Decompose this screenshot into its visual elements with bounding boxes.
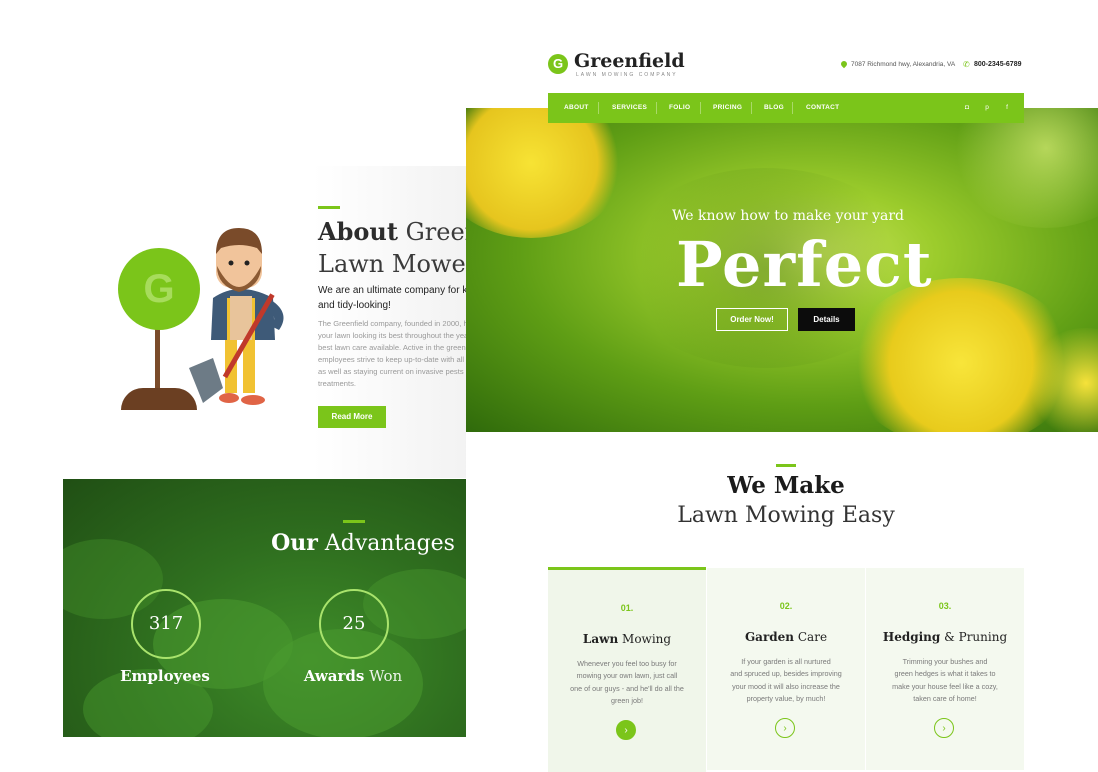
awards-counter: 25: [319, 589, 389, 659]
nav-item-contact[interactable]: CONTACT: [806, 93, 839, 123]
nav-item-folio[interactable]: FOLIO: [669, 93, 690, 123]
card-title: Lawn Mowing: [582, 632, 672, 646]
card-number: 03.: [938, 601, 952, 611]
awards-label: Awards Won: [303, 667, 403, 685]
service-card-hedging: 03. Hedging & Pruning Trimming your bush…: [866, 568, 1024, 770]
section-title-rule: [776, 464, 796, 467]
advantages-title-rule: [343, 520, 365, 523]
card-text: Trimming your bushes and green hedges is …: [892, 657, 998, 704]
about-page-preview: G About Greenfield Lawn Mower We are an …: [63, 166, 473, 770]
phone-icon: ✆: [963, 60, 970, 69]
section-subtitle: Lawn Mowing Easy: [677, 503, 895, 528]
address-text: 7087 Richmond hwy, Alexandria, VA: [851, 61, 956, 68]
map-pin-icon: [839, 59, 849, 69]
logo-icon[interactable]: G: [548, 54, 568, 74]
gardener-illustration: [189, 228, 284, 405]
chevron-right-icon[interactable]: ›: [934, 718, 954, 738]
chevron-right-icon[interactable]: ›: [616, 720, 636, 740]
nav-item-blog[interactable]: BLOG: [764, 93, 784, 123]
about-lead-text: We are an ultimate company for keeping a…: [318, 285, 473, 311]
phone-number[interactable]: 800-2345-6789: [974, 61, 1022, 68]
brand-name[interactable]: Greenfield: [574, 50, 685, 72]
hero-subtitle: We know how to make your yard: [672, 208, 904, 224]
section-title: We Make: [727, 472, 845, 499]
instagram-icon[interactable]: ◘: [961, 93, 973, 123]
main-nav: ABOUT SERVICES FOLIO PRICING BLOG CONTAC…: [548, 93, 1024, 123]
read-more-button[interactable]: Read More: [318, 406, 386, 428]
card-number: 02.: [779, 601, 793, 611]
chevron-right-icon[interactable]: ›: [775, 718, 795, 738]
nav-item-services[interactable]: SERVICES: [612, 93, 647, 123]
service-card-lawn-mowing: 01. Lawn Mowing Whenever you feel too bu…: [548, 567, 706, 772]
about-title: About Greenfield Lawn Mower: [318, 217, 473, 278]
details-button[interactable]: Details: [798, 308, 855, 331]
advantages-section: Our Advantages 317 Employees 25 Awards W…: [63, 479, 473, 737]
tree-trunk: [155, 326, 160, 396]
service-card-garden-care: 02. Garden Care If your garden is all nu…: [707, 568, 865, 770]
brand-tagline: LAWN MOWING COMPANY: [576, 72, 678, 78]
home-page-preview: G Greenfield LAWN MOWING COMPANY 7087 Ri…: [466, 0, 1098, 772]
about-body-text: The Greenfield company, founded in 2000,…: [318, 319, 473, 388]
advantages-title: Our Advantages: [271, 530, 455, 556]
pinterest-icon[interactable]: p: [981, 93, 993, 123]
employees-counter: 317: [131, 589, 201, 659]
card-title: Hedging & Pruning: [882, 630, 1008, 644]
hero-banner: We know how to make your yard Perfect Or…: [466, 108, 1098, 432]
hero-title: Perfect: [676, 228, 933, 301]
employees-label: Employees: [120, 667, 210, 685]
facebook-icon[interactable]: f: [1001, 93, 1013, 123]
nav-item-pricing[interactable]: PRICING: [713, 93, 742, 123]
card-title: Garden Care: [744, 630, 828, 644]
card-number: 01.: [620, 603, 634, 613]
order-now-button[interactable]: Order Now!: [716, 308, 788, 331]
nav-item-about[interactable]: ABOUT: [564, 93, 589, 123]
card-text: Whenever you feel too busy for mowing you…: [570, 659, 684, 706]
about-title-rule: [318, 206, 340, 209]
card-text: If your garden is all nurtured and spruce…: [730, 657, 842, 704]
